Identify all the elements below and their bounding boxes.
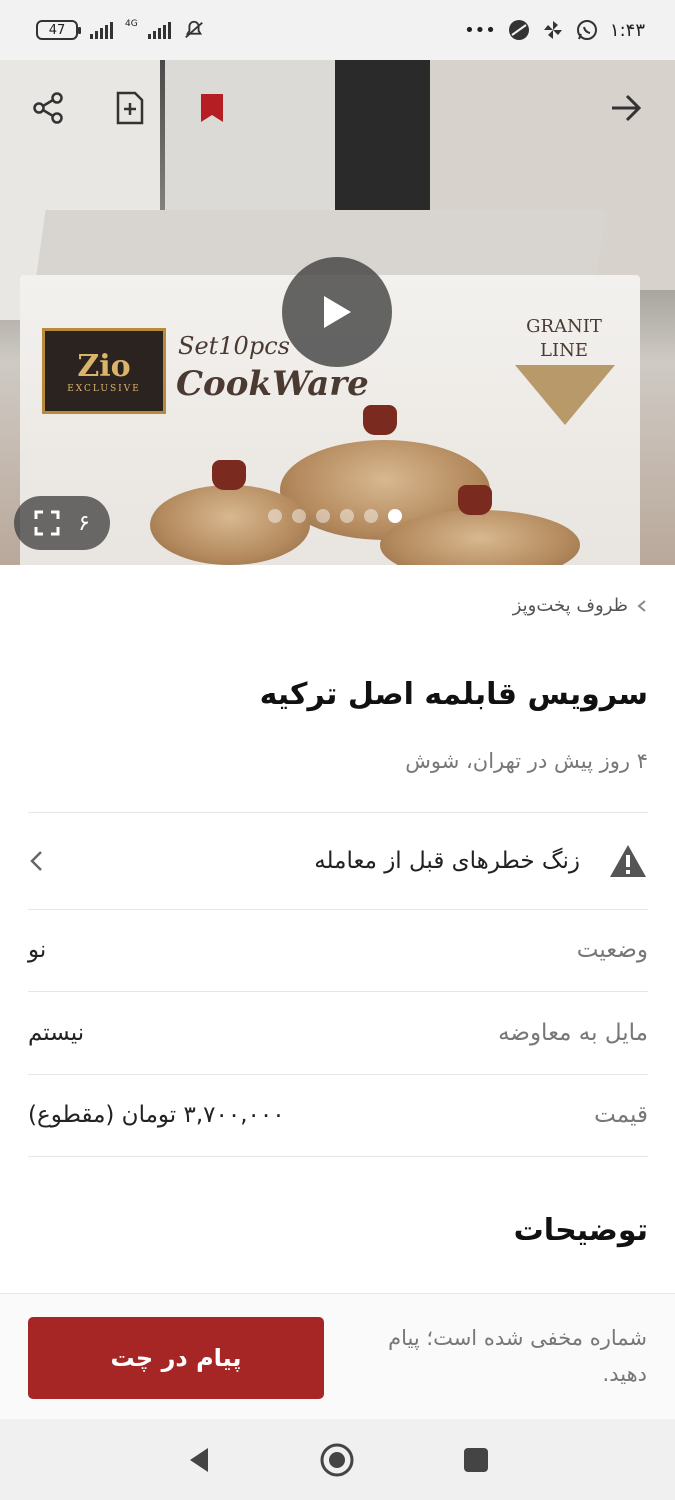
listing-title: سرویس قابلمه اصل ترکیه xyxy=(259,677,648,712)
network-type: 4G xyxy=(125,19,138,29)
status-time: ۱:۴۳ xyxy=(609,19,645,41)
divider xyxy=(28,1156,648,1157)
nav-back-button[interactable] xyxy=(169,1430,229,1490)
pot-knob xyxy=(363,405,397,435)
add-note-icon[interactable] xyxy=(110,88,150,128)
price-value: ۳,۷۰۰,۰۰۰ تومان (مقطوع) xyxy=(28,1102,285,1128)
whatsapp-icon xyxy=(576,19,598,41)
back-triangle-icon xyxy=(190,1447,209,1472)
box-set-text: Set10pcs xyxy=(178,332,290,360)
nav-recents-button[interactable] xyxy=(446,1430,506,1490)
battery-level: 47 xyxy=(48,22,66,38)
pot-image xyxy=(150,485,310,565)
pot-knob xyxy=(458,485,492,515)
recents-square-icon xyxy=(463,1447,488,1472)
listing-image-gallery[interactable]: Zio EXCLUSIVE Set10pcs CookWare GRANIT L… xyxy=(0,60,675,565)
granite-swatch xyxy=(515,365,615,425)
status-left: 47 4G xyxy=(36,19,205,41)
chevron-left-icon xyxy=(637,599,646,612)
brand-name: Zio xyxy=(77,348,131,384)
info-row-condition: وضعیت نو xyxy=(28,909,648,991)
info-label: قیمت xyxy=(594,1102,648,1128)
warning-content: زنگ خطرهای قبل از معامله xyxy=(314,843,648,879)
description-heading: توضیحات xyxy=(513,1213,648,1248)
image-count: ۶ xyxy=(78,510,90,536)
contact-action-bar: پیام در چت شماره مخفی شده است؛ پیام دهید… xyxy=(0,1293,675,1419)
signal-icon-2 xyxy=(147,21,171,39)
pinwheel-icon xyxy=(542,19,564,41)
play-icon xyxy=(324,296,351,328)
breadcrumb-category: ظروف پخت‌وپز xyxy=(512,595,628,616)
share-icon[interactable] xyxy=(28,88,68,128)
play-video-button[interactable] xyxy=(282,257,392,367)
bookmark-icon[interactable] xyxy=(192,88,232,128)
chat-message-button[interactable]: پیام در چت xyxy=(28,1317,324,1399)
gallery-pagination xyxy=(268,509,402,523)
brand-sub: EXCLUSIVE xyxy=(67,383,141,394)
pagination-dot[interactable] xyxy=(268,509,282,523)
info-row-price: قیمت ۳,۷۰۰,۰۰۰ تومان (مقطوع) xyxy=(28,1074,648,1156)
listing-meta: ۴ روز پیش در تهران، شوش xyxy=(405,749,648,773)
pagination-dot[interactable] xyxy=(292,509,306,523)
nav-home-button[interactable] xyxy=(307,1430,367,1490)
pagination-dot[interactable] xyxy=(316,509,330,523)
pagination-dot[interactable] xyxy=(364,509,378,523)
pagination-dot[interactable] xyxy=(340,509,354,523)
status-bar: 47 4G ••• ۱:۴۳ xyxy=(0,0,675,60)
brand-logo: Zio EXCLUSIVE xyxy=(42,328,166,414)
box-name-text: CookWare xyxy=(176,364,369,404)
status-more: ••• xyxy=(464,19,496,41)
info-label: وضعیت xyxy=(576,937,648,963)
box-line-label: GRANIT LINE xyxy=(508,315,620,363)
pot-knob xyxy=(212,460,246,490)
info-label: مایل به معاوضه xyxy=(498,1020,648,1046)
hero-toolbar xyxy=(0,60,675,155)
breadcrumb[interactable]: ظروف پخت‌وپز xyxy=(513,595,648,616)
safety-warning-row[interactable]: زنگ خطرهای قبل از معامله xyxy=(28,813,648,909)
vpn-icon xyxy=(508,19,530,41)
warning-text: زنگ خطرهای قبل از معامله xyxy=(314,848,580,874)
back-arrow-icon[interactable] xyxy=(606,88,646,128)
warning-triangle-icon xyxy=(610,845,646,877)
system-navigation-bar xyxy=(0,1419,675,1500)
fullscreen-counter-button[interactable]: ۶ xyxy=(14,496,110,550)
mute-icon xyxy=(183,19,205,41)
fullscreen-icon xyxy=(34,510,60,536)
signal-icon xyxy=(90,21,113,39)
box-line-2: LINE xyxy=(540,340,588,361)
battery-indicator: 47 xyxy=(36,20,81,40)
chevron-left-icon xyxy=(30,851,42,871)
info-value: نیستم xyxy=(28,1020,85,1046)
pagination-dot-active[interactable] xyxy=(388,509,402,523)
status-right: ••• ۱:۴۳ xyxy=(464,19,645,41)
info-row-exchange: مایل به معاوضه نیستم xyxy=(28,992,648,1074)
home-circle-icon xyxy=(320,1443,354,1476)
hidden-number-note: شماره مخفی شده است؛ پیام دهید. xyxy=(388,1326,647,1386)
box-line-1: GRANIT xyxy=(526,316,602,337)
info-value: نو xyxy=(28,937,47,963)
